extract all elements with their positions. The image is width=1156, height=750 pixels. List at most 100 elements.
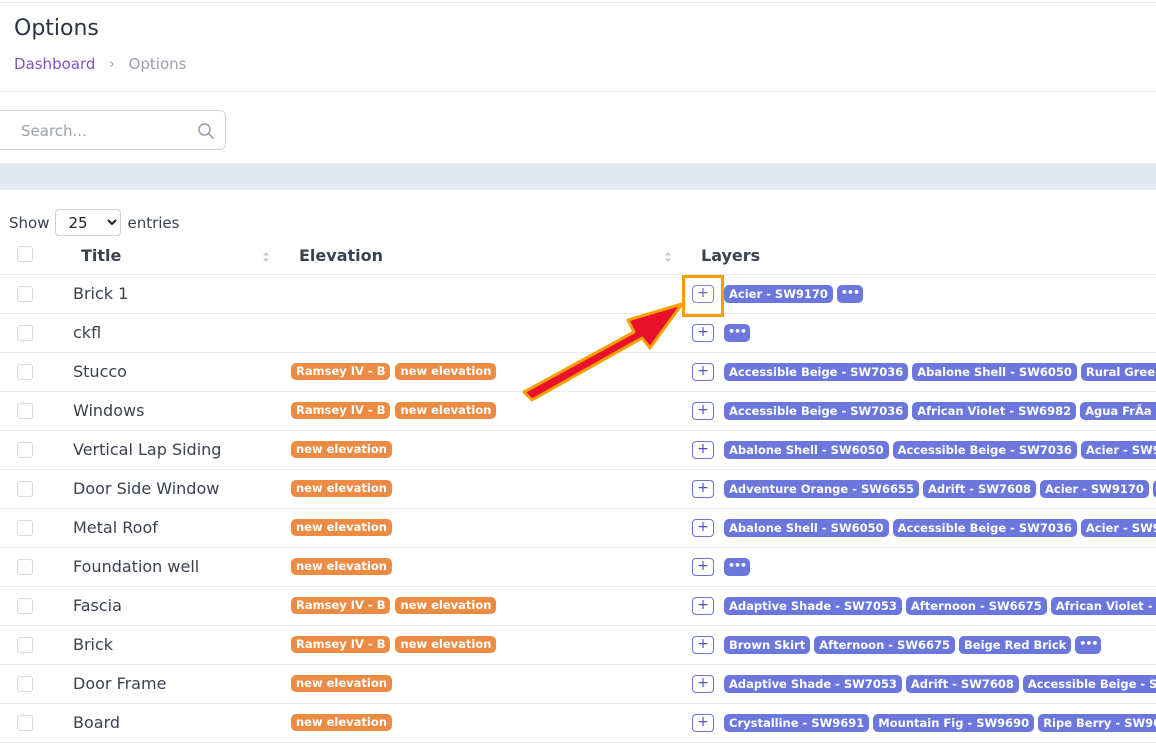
top-divider [0,2,1156,3]
add-layer-button[interactable]: + [692,480,714,498]
layer-badges: + Adaptive Shade - SW7053 Adrift - SW7608 A… [692,675,1156,693]
add-layer-button[interactable]: + [692,441,714,459]
add-layer-button[interactable]: + [692,519,714,537]
layer-badge[interactable]: Abalone Shell - SW6050 [912,363,1077,381]
row-checkbox[interactable] [17,715,33,731]
layer-badge[interactable]: Ripe Berry - SW9689 [1038,714,1156,732]
row-title: Door Side Window [73,479,220,498]
elevation-badges: Ramsey IV - Bnew elevation [291,636,497,653]
elevation-badge[interactable]: new elevation [395,402,497,419]
row-checkbox[interactable] [17,481,33,497]
elevation-badges: new elevation [291,480,392,497]
layer-badge[interactable]: Accessible Beige - SW7036 [892,441,1077,459]
elevation-badge[interactable]: new elevation [291,480,392,497]
layer-badge[interactable]: Accessible Beige - SW7036 [724,363,909,381]
layer-badge[interactable]: Beige Red Brick [959,636,1072,654]
add-layer-button[interactable]: + [692,675,714,693]
add-layer-button[interactable]: + [692,597,714,615]
row-checkbox[interactable] [17,325,33,341]
row-title: Windows [73,401,145,420]
elevation-badge[interactable]: new elevation [395,597,497,614]
row-checkbox[interactable] [17,286,33,302]
elevation-badge[interactable]: Ramsey IV - B [291,636,391,653]
breadcrumb-dashboard-link[interactable]: Dashboard [14,55,95,73]
row-title: Brick [73,635,114,654]
row-checkbox[interactable] [17,364,33,380]
breadcrumb: Dashboard › Options [14,55,186,73]
layer-badges: + Adaptive Shade - SW7053 Afternoon - SW66… [692,597,1156,615]
row-title: Brick 1 [73,284,129,303]
add-layer-button[interactable]: + [692,558,714,576]
layer-badge[interactable]: Agua FrÃa - SW [1080,402,1156,420]
layer-badge[interactable]: Adaptive Shade - SW7053 [724,675,902,693]
layer-badge[interactable]: Accessible Beige - SW703 [1022,675,1156,693]
elevation-badge[interactable]: Ramsey IV - B [291,597,391,614]
layer-badge[interactable]: Accessible Beige - SW7036 [724,402,909,420]
table-length-control: Show 102550100 entries [9,209,179,236]
layer-badge[interactable]: Acier - SW9170 [1080,441,1156,459]
row-title: Foundation well [73,557,200,576]
search-input[interactable] [19,121,183,141]
row-title: Board [73,713,121,732]
row-divider [0,586,1156,587]
elevation-badge[interactable]: new elevation [395,636,497,653]
more-layers-icon[interactable]: ••• [1075,636,1102,654]
sort-icon[interactable] [262,251,270,263]
layer-badge[interactable]: Rural Green - SW [1080,363,1156,381]
entries-per-page-select[interactable]: 102550100 [55,209,122,236]
elevation-badge[interactable]: Ramsey IV - B [291,363,391,380]
row-checkbox[interactable] [17,598,33,614]
search-icon[interactable] [197,122,215,140]
layer-badges: + ••• [692,324,751,342]
elevation-badge[interactable]: new elevation [291,675,392,692]
add-layer-button[interactable]: + [692,714,714,732]
row-checkbox[interactable] [17,559,33,575]
elevation-badge[interactable]: new elevation [395,363,497,380]
sort-icon[interactable] [664,251,672,263]
elevation-badge[interactable]: new elevation [291,441,392,458]
layer-badge[interactable]: Abalone Shell - SW6050 [724,441,889,459]
elevation-badges: new elevation [291,519,392,536]
layer-badge[interactable]: Afternoon - SW6675 [905,597,1047,615]
layer-badge[interactable]: Acier - SW9170 [1039,480,1149,498]
elevation-badges: Ramsey IV - Bnew elevation [291,597,497,614]
layer-badge[interactable]: Accessible Beige - SW7036 [892,519,1077,537]
column-header-title[interactable]: Title [81,246,121,265]
row-checkbox[interactable] [17,520,33,536]
layer-badge[interactable]: Adaptive Shade - SW7053 [724,597,902,615]
layer-badge[interactable]: Abalone Shell - SW6050 [724,519,889,537]
layer-badge[interactable]: African Violet - SW69 [1050,597,1156,615]
elevation-badge[interactable]: Ramsey IV - B [291,402,391,419]
column-header-elevation[interactable]: Elevation [299,246,383,265]
header-divider [0,91,1156,92]
elevation-badge[interactable]: new elevation [291,558,392,575]
layer-badge[interactable]: Adrift - SW7608 [905,675,1019,693]
breadcrumb-current: Options [128,55,187,73]
layer-badge[interactable]: Adventure Orange - SW6655 [724,480,919,498]
elevation-badge[interactable]: new elevation [291,714,392,731]
row-title: Fascia [73,596,122,615]
row-title: Vertical Lap Siding [73,440,222,459]
layer-badge[interactable]: Acier - SW9170 [1080,519,1156,537]
layer-badges: + Abalone Shell - SW6050 Accessible Beige … [692,441,1156,459]
layer-badge[interactable]: Acier - SW9170 [724,285,833,303]
more-layers-icon[interactable]: ••• [724,558,751,576]
column-header-layers[interactable]: Layers [701,246,760,265]
more-layers-icon[interactable]: ••• [836,285,863,303]
more-layers-icon[interactable]: ••• [724,324,751,342]
elevation-badge[interactable]: new elevation [291,519,392,536]
row-checkbox[interactable] [17,676,33,692]
row-checkbox[interactable] [17,403,33,419]
layer-badge[interactable]: Mountain Fig - SW9690 [873,714,1035,732]
add-layer-button[interactable]: + [692,636,714,654]
elevation-badges: Ramsey IV - Bnew elevation [291,402,497,419]
select-all-checkbox[interactable] [17,246,33,262]
row-checkbox[interactable] [17,442,33,458]
layer-badge[interactable]: Adrift - SW7608 [922,480,1036,498]
layer-badge[interactable]: Crystalline - SW9691 [724,714,870,732]
layer-badge[interactable]: Brown Skirt [724,636,811,654]
row-divider [0,508,1156,509]
row-checkbox[interactable] [17,637,33,653]
layer-badge[interactable]: African Violet - SW6982 [912,402,1077,420]
layer-badge[interactable]: Afternoon - SW6675 [814,636,956,654]
